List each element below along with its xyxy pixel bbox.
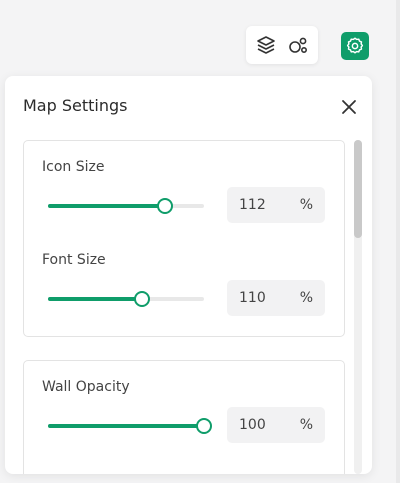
wall-opacity-field[interactable]: 100 % [227,407,325,443]
icon-size-slider[interactable] [48,198,204,214]
nodes-icon [289,37,308,54]
percent-unit: % [299,290,313,306]
font-size-value[interactable]: 110 [239,290,266,306]
wall-opacity-label: Wall Opacity [42,379,130,395]
slider-fill [48,297,142,301]
map-toolbar [246,26,318,64]
icon-size-value[interactable]: 112 [239,197,266,213]
wall-opacity-value[interactable]: 100 [239,417,266,433]
panel-scrollbar[interactable] [354,140,362,474]
panel-title: Map Settings [23,96,128,115]
map-settings-button[interactable] [341,32,369,60]
font-size-field[interactable]: 110 % [227,280,325,316]
slider-thumb[interactable] [157,198,173,214]
percent-unit: % [299,417,313,433]
close-button[interactable] [339,97,359,117]
font-size-slider[interactable] [48,291,204,307]
icon-size-field[interactable]: 112 % [227,187,325,223]
wall-opacity-slider[interactable] [48,418,212,434]
gear-icon [346,37,364,54]
slider-fill [48,424,204,428]
scrollbar-thumb[interactable] [354,140,362,238]
size-settings-card: Icon Size 112 % Font Size 110 % [23,140,345,337]
slider-thumb[interactable] [133,291,150,307]
map-settings-panel: Map Settings Icon Size 112 % Font Size 1… [5,76,372,474]
layers-icon [257,36,275,54]
layers-button[interactable] [252,31,280,59]
wall-settings-card: Wall Opacity 100 % [23,360,345,474]
percent-unit: % [299,197,313,213]
nodes-button[interactable] [284,31,312,59]
slider-thumb[interactable] [196,418,212,434]
slider-fill [48,204,165,208]
right-edge-bar [396,0,400,483]
icon-size-label: Icon Size [42,159,105,175]
font-size-label: Font Size [42,252,106,268]
close-icon [342,100,356,114]
